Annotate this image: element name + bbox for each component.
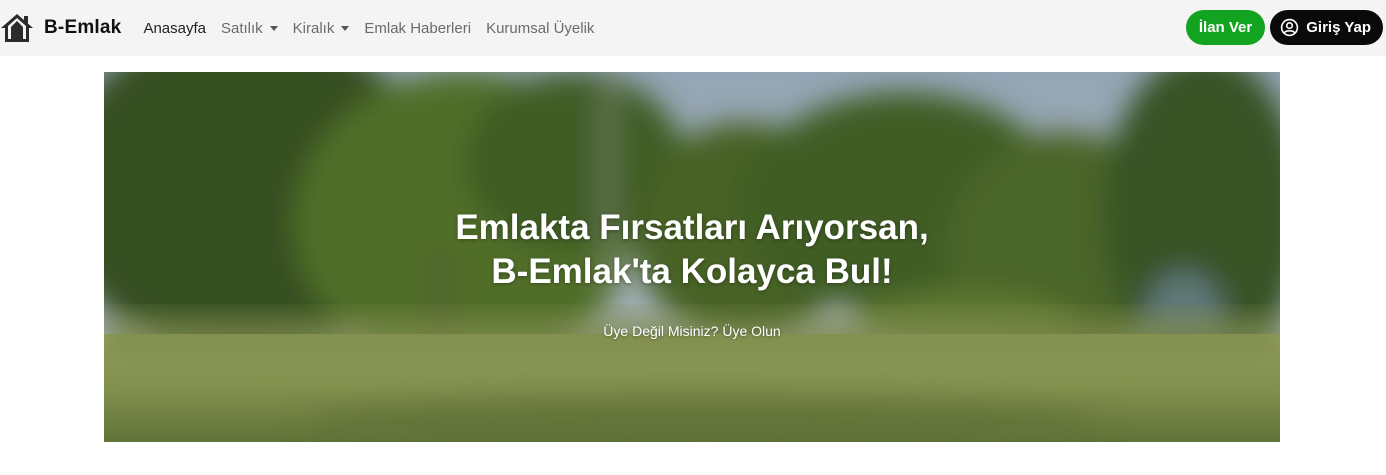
caret-down-icon xyxy=(269,25,278,31)
main-menu: Anasayfa Satılık Kiralık Emlak Haberleri… xyxy=(143,0,609,56)
nav-item-anasayfa[interactable]: Anasayfa xyxy=(143,20,206,37)
nav-actions: İlan Ver Giriş Yap xyxy=(1185,10,1383,45)
brand-name: B-Emlak xyxy=(44,17,122,38)
house-icon xyxy=(0,12,34,44)
brand[interactable]: B-Emlak xyxy=(0,0,121,56)
hero-banner: Emlakta Fırsatları Arıyorsan, B-Emlak'ta… xyxy=(104,72,1280,442)
nav-item-emlak-haberleri[interactable]: Emlak Haberleri xyxy=(364,20,471,37)
register-link[interactable]: Üye Değil Misiniz? Üye Olun xyxy=(104,323,1280,339)
nav-item-label: Emlak Haberleri xyxy=(364,19,472,37)
hero-title: Emlakta Fırsatları Arıyorsan, B-Emlak'ta… xyxy=(104,206,1280,294)
nav-item-label: Anasayfa xyxy=(143,19,206,37)
hero-title-line-1: Emlakta Fırsatları Arıyorsan, xyxy=(455,208,929,247)
ilan-ver-button[interactable]: İlan Ver xyxy=(1185,10,1266,45)
nav-item-kiralik[interactable]: Kiralık xyxy=(293,20,350,37)
giris-yap-label: Giriş Yap xyxy=(1306,19,1371,36)
nav-item-label: Kiralık xyxy=(292,19,335,37)
nav-item-label: Kurumsal Üyelik xyxy=(486,19,595,37)
nav-item-label: Satılık xyxy=(220,19,263,37)
nav-item-satilik[interactable]: Satılık xyxy=(221,20,278,37)
nav-item-kurumsal-uyelik[interactable]: Kurumsal Üyelik xyxy=(486,20,594,37)
user-circle-icon xyxy=(1280,18,1299,37)
caret-down-icon xyxy=(341,25,350,31)
top-navbar: B-Emlak Anasayfa Satılık Kiralık Emlak H… xyxy=(0,0,1386,56)
hero-title-line-2: B-Emlak'ta Kolayca Bul! xyxy=(491,252,893,291)
hero-content: Emlakta Fırsatları Arıyorsan, B-Emlak'ta… xyxy=(104,72,1280,442)
giris-yap-button[interactable]: Giriş Yap xyxy=(1270,10,1383,45)
